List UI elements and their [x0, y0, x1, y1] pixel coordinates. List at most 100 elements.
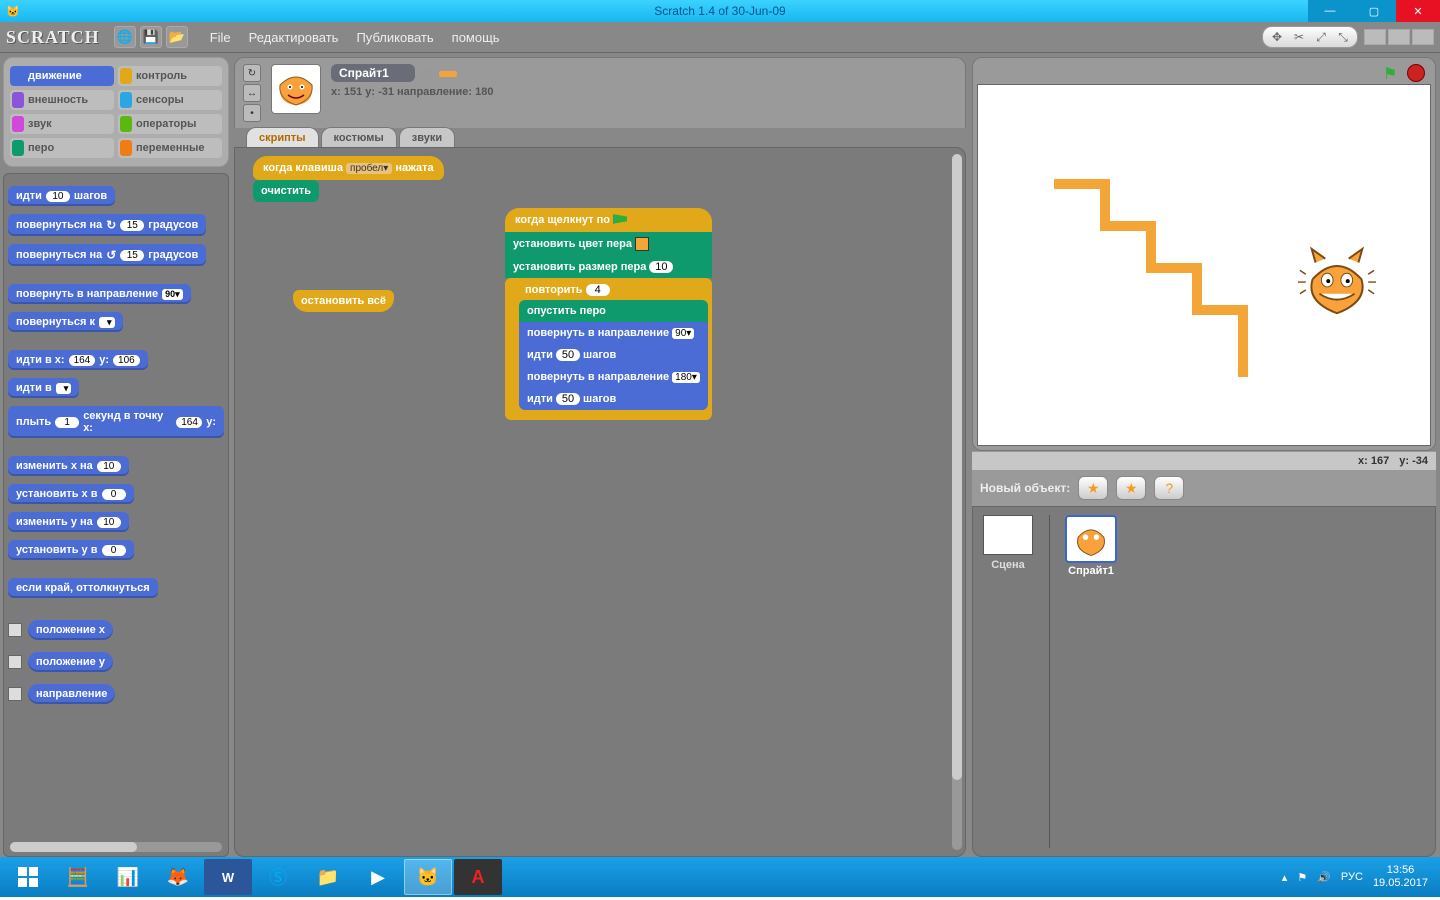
block-point-direction[interactable]: повернуть в направление90▾: [8, 284, 191, 304]
stop-button[interactable]: [1407, 64, 1425, 82]
paint-sprite-button[interactable]: ★: [1078, 476, 1108, 500]
shrink-icon[interactable]: ⤡: [1335, 29, 1351, 45]
checkbox-direction[interactable]: [8, 687, 22, 701]
left-panel: движениеконтрольвнешностьсенсорызвукопер…: [0, 53, 232, 857]
checkbox-pos-x[interactable]: [8, 623, 22, 637]
taskbar-firefox-icon[interactable]: 🦊: [154, 859, 202, 895]
sprite-thumbnail[interactable]: [271, 64, 321, 114]
start-button[interactable]: [4, 859, 52, 895]
block-point-towards[interactable]: повернуться к ▾: [8, 312, 123, 332]
palette-scrollbar[interactable]: [10, 842, 222, 852]
block-repeat[interactable]: повторить 4 опустить перо повернуть в на…: [505, 278, 712, 420]
save-icon[interactable]: 💾: [140, 26, 162, 48]
taskbar-scratch-icon[interactable]: 🐱: [404, 859, 452, 895]
lock-icon[interactable]: [421, 68, 433, 80]
menu-share[interactable]: Публиковать: [350, 30, 439, 45]
taskbar-app-icon[interactable]: 📊: [104, 859, 152, 895]
green-flag-button[interactable]: ⚑: [1383, 64, 1401, 80]
reporter-pos-x[interactable]: положение x: [28, 620, 113, 640]
sprite-name-field[interactable]: Спрайт1: [331, 64, 415, 82]
menu-help[interactable]: помощь: [446, 30, 506, 45]
category-операторы[interactable]: операторы: [118, 114, 222, 134]
category-внешность[interactable]: внешность: [10, 90, 114, 110]
scissors-icon[interactable]: ✂: [1291, 29, 1307, 45]
block-glide[interactable]: плыть1секунд в точку x:164y:: [8, 406, 224, 438]
grow-icon[interactable]: ⤢: [1313, 29, 1329, 45]
rotate-none-button[interactable]: •: [243, 104, 261, 122]
reporter-pos-y[interactable]: положение y: [28, 652, 113, 672]
category-переменные[interactable]: переменные: [118, 138, 222, 158]
block-turn-cw[interactable]: повернуться на↻15градусов: [8, 214, 206, 236]
close-button[interactable]: ✕: [1396, 0, 1440, 22]
rotate-full-button[interactable]: ↻: [243, 64, 261, 82]
language-icon[interactable]: 🌐: [114, 26, 136, 48]
minimize-button[interactable]: —: [1308, 0, 1352, 22]
block-set-pen-color[interactable]: установить цвет пера: [505, 232, 712, 256]
app-icon: 🐱: [6, 5, 20, 18]
block-point-direction-90[interactable]: повернуть в направление 90▾: [519, 322, 708, 344]
block-goto[interactable]: идти в ▾: [8, 378, 79, 398]
maximize-button[interactable]: ▢: [1352, 0, 1396, 22]
taskbar-media-icon[interactable]: ▶: [354, 859, 402, 895]
category-звук[interactable]: звук: [10, 114, 114, 134]
rotate-leftright-button[interactable]: ↔: [243, 84, 261, 102]
category-сенсоры[interactable]: сенсоры: [118, 90, 222, 110]
block-change-x[interactable]: изменить x на10: [8, 456, 129, 476]
block-set-x[interactable]: установить x в0: [8, 484, 134, 504]
tab-sounds[interactable]: звуки: [399, 127, 455, 148]
block-point-direction-180[interactable]: повернуть в направление 180▾: [519, 366, 708, 388]
block-set-y[interactable]: установить y в0: [8, 540, 134, 560]
tray-flag-icon[interactable]: ⚑: [1297, 871, 1307, 884]
menu-edit[interactable]: Редактировать: [243, 30, 345, 45]
block-goto-xy[interactable]: идти в x:164y:106: [8, 350, 148, 370]
script-stack-main[interactable]: когда щелкнут по установить цвет пера ус…: [505, 208, 712, 420]
script-scrollbar[interactable]: [952, 154, 962, 850]
view-medium-button[interactable]: [1388, 29, 1410, 45]
taskbar-skype-icon[interactable]: Ⓢ: [254, 859, 302, 895]
block-move-50-a[interactable]: идти 50 шагов: [519, 344, 708, 366]
windows-taskbar: 🧮 📊 🦊 W Ⓢ 📁 ▶ 🐱 A ▴ ⚑ 🔊 РУС 13:56 19.05.…: [0, 857, 1440, 897]
open-icon[interactable]: 📂: [166, 26, 188, 48]
block-move-50-b[interactable]: идти 50 шагов: [519, 388, 708, 410]
script-area[interactable]: когда клавиша пробел▾ нажата очистить ос…: [234, 147, 966, 857]
stage-thumbnail[interactable]: Сцена: [981, 515, 1035, 571]
category-движение[interactable]: движение: [10, 66, 114, 86]
right-panel: ⚑: [970, 53, 1440, 857]
taskbar-explorer-icon[interactable]: 📁: [304, 859, 352, 895]
block-when-key-pressed[interactable]: когда клавиша пробел▾ нажата: [253, 156, 444, 180]
tray-lang[interactable]: РУС: [1341, 871, 1363, 883]
block-stop-all[interactable]: остановить всё: [293, 290, 394, 312]
block-when-flag-clicked[interactable]: когда щелкнут по: [505, 208, 712, 232]
block-palette: идти10шагов повернуться на↻15градусов по…: [3, 173, 229, 857]
tab-scripts[interactable]: скрипты: [246, 127, 319, 148]
tray-volume-icon[interactable]: 🔊: [1317, 871, 1331, 884]
block-bounce[interactable]: если край, оттолкнуться: [8, 578, 158, 598]
mouse-x-label: x: 167: [1358, 455, 1389, 467]
tray-up-icon[interactable]: ▴: [1282, 871, 1288, 884]
green-flag-icon: [613, 214, 627, 226]
view-small-button[interactable]: [1364, 29, 1386, 45]
category-перо[interactable]: перо: [10, 138, 114, 158]
block-turn-ccw[interactable]: повернуться на↺15градусов: [8, 244, 206, 266]
block-move[interactable]: идти10шагов: [8, 186, 115, 206]
choose-sprite-button[interactable]: ★: [1116, 476, 1146, 500]
tab-costumes[interactable]: костюмы: [321, 127, 397, 148]
menu-file[interactable]: File: [204, 30, 237, 45]
block-clear[interactable]: очистить: [253, 180, 319, 202]
block-pen-down[interactable]: опустить перо: [519, 300, 708, 322]
block-change-y[interactable]: изменить y на10: [8, 512, 129, 532]
sprite-list-item[interactable]: Спрайт1: [1064, 515, 1118, 577]
stage-sprite-cat[interactable]: [1298, 245, 1376, 323]
category-контроль[interactable]: контроль: [118, 66, 222, 86]
block-set-pen-size[interactable]: установить размер пера 10: [505, 256, 712, 278]
reporter-direction[interactable]: направление: [28, 684, 115, 704]
stamp-icon[interactable]: ✥: [1269, 29, 1285, 45]
taskbar-word-icon[interactable]: W: [204, 859, 252, 895]
taskbar-calculator-icon[interactable]: 🧮: [54, 859, 102, 895]
checkbox-pos-y[interactable]: [8, 655, 22, 669]
taskbar-adobe-icon[interactable]: A: [454, 859, 502, 895]
random-sprite-button[interactable]: ?: [1154, 476, 1184, 500]
stage[interactable]: [977, 84, 1431, 446]
view-presentation-button[interactable]: [1412, 29, 1434, 45]
tray-clock[interactable]: 13:56 19.05.2017: [1373, 864, 1428, 890]
